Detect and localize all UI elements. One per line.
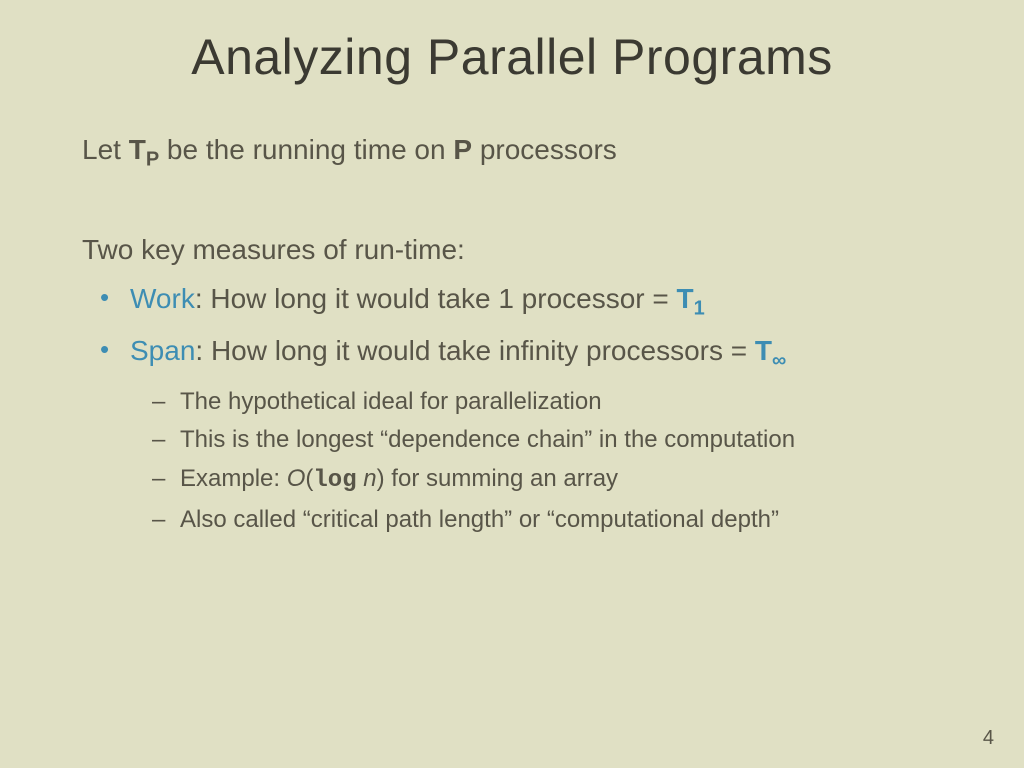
paren: ): [377, 465, 385, 492]
bullet-span: Span: How long it would take infinity pr…: [100, 332, 942, 375]
t: T: [677, 283, 694, 314]
slide-title: Analyzing Parallel Programs: [82, 28, 942, 86]
text: for summing an array: [385, 465, 618, 492]
measures-intro: Two key measures of run-time:: [82, 234, 942, 266]
text: Example:: [180, 465, 287, 492]
definition-line: Let TP be the running time on P processo…: [82, 134, 942, 172]
slide-body: Analyzing Parallel Programs Let TP be th…: [0, 0, 1024, 536]
n: n: [363, 465, 376, 492]
var-t: T: [129, 134, 146, 165]
term-span: Span: [130, 335, 195, 366]
sub-item: Also called “critical path length” or “c…: [152, 503, 942, 537]
bullet-work: Work: How long it would take 1 processor…: [100, 280, 942, 323]
log: log: [313, 467, 356, 494]
var-tinf: T∞: [755, 335, 786, 366]
sub-item: The hypothetical ideal for parallelizati…: [152, 385, 942, 419]
text: be the running time on: [159, 134, 453, 165]
term-work: Work: [130, 283, 195, 314]
sub-item: This is the longest “dependence chain” i…: [152, 423, 942, 457]
var-t-sub: P: [146, 149, 159, 171]
page-number: 4: [983, 727, 994, 750]
text: : How long it would take 1 processor =: [195, 283, 677, 314]
t: T: [755, 335, 772, 366]
sub1: 1: [694, 297, 705, 319]
text: : How long it would take infinity proces…: [195, 335, 754, 366]
sub-list: The hypothetical ideal for parallelizati…: [82, 385, 942, 536]
sub-item-example: Example: O(log n) for summing an array: [152, 462, 942, 498]
text: Let: [82, 134, 129, 165]
big-o: O: [287, 465, 306, 492]
var-p: P: [453, 134, 472, 165]
text: processors: [472, 134, 617, 165]
main-list: Work: How long it would take 1 processor…: [82, 280, 942, 375]
subinf: ∞: [772, 350, 786, 372]
var-t1: T1: [677, 283, 705, 314]
